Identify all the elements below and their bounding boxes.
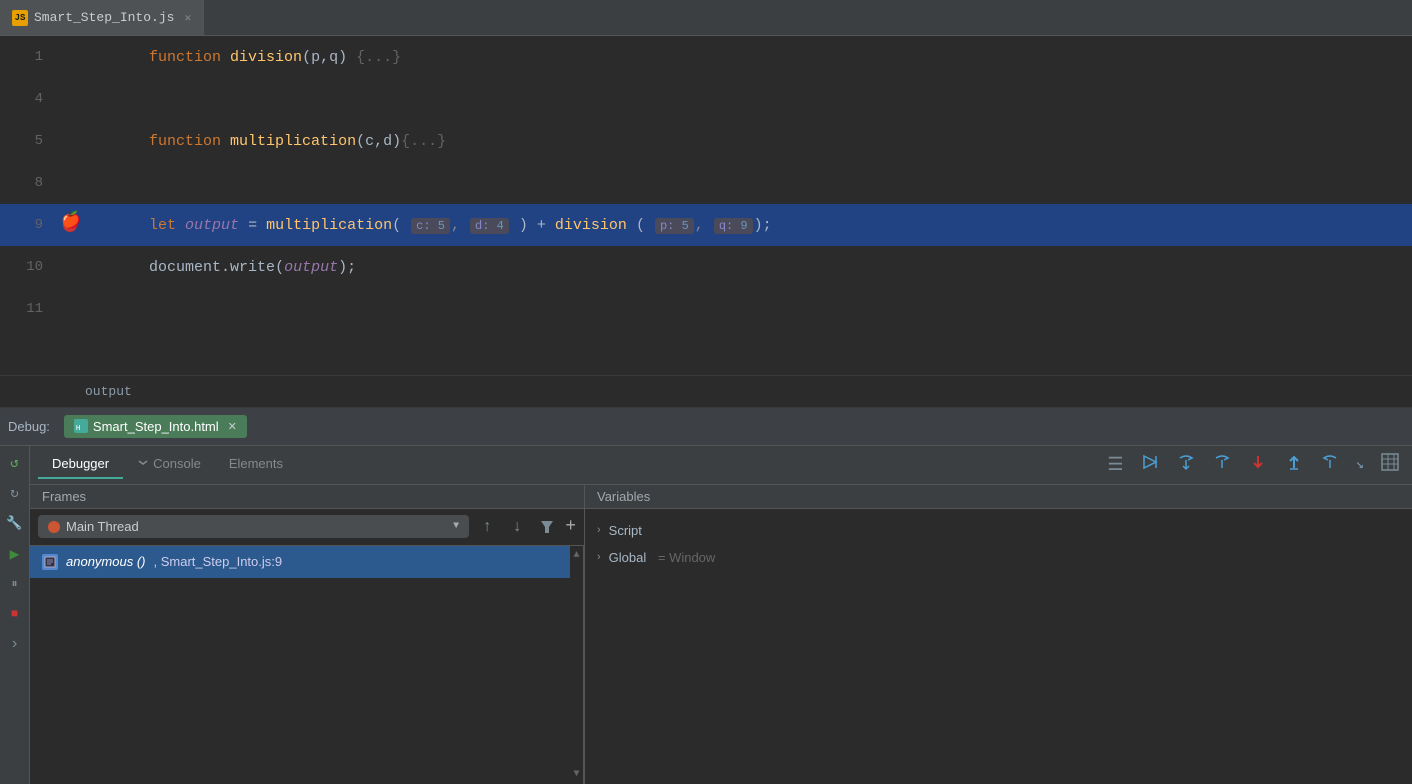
debug-tab-close[interactable]: ✕: [228, 420, 237, 433]
frames-header: Frames: [30, 485, 584, 509]
line-number-5: 5: [0, 133, 55, 149]
var-label-1: Global: [609, 550, 647, 565]
debugger-tabs: Debugger Console Elements: [30, 450, 1095, 479]
tab-close-button[interactable]: ✕: [184, 11, 191, 25]
thread-label: Main Thread: [66, 519, 139, 534]
var-expand-arrow-0: ›: [597, 524, 601, 536]
debug-session-tab[interactable]: H Smart_Step_Into.html ✕: [64, 415, 247, 438]
code-content-5: function multiplication(c,d){...}: [85, 116, 1412, 167]
line-number-1: 1: [0, 49, 55, 65]
line-number-9: 9: [0, 217, 55, 233]
code-line-11: 11: [0, 288, 1412, 330]
debug-tab-label: Smart_Step_Into.html: [93, 419, 219, 434]
frame-list: anonymous () , Smart_Step_Into.js:9: [30, 546, 570, 784]
tab-console[interactable]: Console: [123, 450, 215, 479]
variables-list: › Script › Global = Window: [585, 509, 1412, 784]
sidebar-icons: ↺ ↻ 🔧 ▶ ⏸ ■ ›: [0, 446, 30, 784]
bottom-panel: ↺ ↻ 🔧 ▶ ⏸ ■ › Debugger Console Elemen: [0, 446, 1412, 784]
frame-up-btn[interactable]: ↑: [475, 515, 499, 539]
smart-step-icon[interactable]: ↘: [1352, 454, 1368, 475]
frames-vars-container: Frames Main Thread ▼ ↑ ↓ +: [30, 485, 1412, 784]
line-number-11: 11: [0, 301, 55, 317]
menu-icon[interactable]: ☰: [1103, 452, 1127, 478]
thread-dot: [48, 521, 60, 533]
play-sidebar-icon[interactable]: ▶: [3, 540, 27, 568]
more-sidebar-icon[interactable]: ›: [3, 630, 27, 658]
frame-item-loc-0: , Smart_Step_Into.js:9: [153, 554, 282, 569]
code-line-10: 10 document.write(output);: [0, 246, 1412, 288]
svg-text:H: H: [76, 424, 80, 432]
frames-toolbar: Main Thread ▼ ↑ ↓ +: [30, 509, 584, 546]
code-editor: 1 function division(p,q) {...} 4 5 funct…: [0, 36, 1412, 375]
console-icon: [137, 458, 149, 470]
output-label: output: [0, 375, 1412, 408]
breakpoint-area-9[interactable]: 🍎: [55, 218, 85, 232]
frame-filter-btn[interactable]: [535, 515, 559, 539]
frame-list-container: anonymous () , Smart_Step_Into.js:9 ▲ ▼: [30, 546, 584, 784]
refresh-sidebar-icon[interactable]: ↻: [3, 480, 27, 508]
line-number-10: 10: [0, 259, 55, 275]
step-over-in-icon[interactable]: [1172, 450, 1200, 480]
code-content-10: document.write(output);: [85, 242, 1412, 293]
line-number-4: 4: [0, 91, 55, 107]
line-number-8: 8: [0, 175, 55, 191]
resume-sidebar-icon[interactable]: ↺: [3, 450, 27, 478]
tab-bar: JS Smart_Step_Into.js ✕: [0, 0, 1412, 36]
code-line-9: 9 🍎 let output = multiplication( c: 5, d…: [0, 204, 1412, 246]
file-tab[interactable]: JS Smart_Step_Into.js ✕: [0, 0, 204, 35]
step-back-icon[interactable]: [1316, 450, 1344, 480]
tab-label: Smart_Step_Into.js: [34, 10, 174, 25]
frames-scroll: ▲ ▼: [570, 546, 584, 784]
thread-selector[interactable]: Main Thread ▼: [38, 515, 469, 538]
stop-sidebar-icon[interactable]: ■: [3, 600, 27, 628]
tab-debugger[interactable]: Debugger: [38, 450, 123, 479]
wrench-sidebar-icon[interactable]: 🔧: [3, 510, 27, 538]
var-label-0: Script: [609, 523, 642, 538]
resume-icon[interactable]: [1136, 450, 1164, 480]
code-line-4: 4: [0, 78, 1412, 120]
frames-panel: Frames Main Thread ▼ ↑ ↓ +: [30, 485, 585, 784]
tab-elements[interactable]: Elements: [215, 450, 297, 479]
code-content-1: function division(p,q) {...}: [85, 36, 1412, 83]
code-line-5: 5 function multiplication(c,d){...}: [0, 120, 1412, 162]
frame-down-btn[interactable]: ↓: [505, 515, 529, 539]
scroll-down-arrow[interactable]: ▼: [571, 765, 581, 784]
variables-panel: Variables › Script › Global = Window: [585, 485, 1412, 784]
frame-item-icon-0: [42, 554, 58, 570]
scroll-up-arrow[interactable]: ▲: [571, 546, 581, 565]
thread-dropdown-arrow: ▼: [453, 521, 459, 532]
variables-header: Variables: [585, 485, 1412, 509]
table-view-icon[interactable]: [1376, 450, 1404, 480]
debug-toolbar: ☰: [1095, 446, 1412, 484]
code-line-8: 8: [0, 162, 1412, 204]
code-line-1: 1 function division(p,q) {...}: [0, 36, 1412, 78]
step-into-icon[interactable]: [1244, 450, 1272, 480]
js-icon: JS: [12, 10, 28, 26]
debugger-main: Debugger Console Elements ☰: [30, 446, 1412, 784]
var-item-script[interactable]: › Script: [585, 517, 1412, 544]
frame-item-0[interactable]: anonymous () , Smart_Step_Into.js:9: [30, 546, 570, 578]
debug-bar: Debug: H Smart_Step_Into.html ✕: [0, 408, 1412, 446]
pause-sidebar-icon[interactable]: ⏸: [3, 570, 27, 598]
step-over-icon[interactable]: [1208, 450, 1236, 480]
step-out-icon[interactable]: [1280, 450, 1308, 480]
var-item-global[interactable]: › Global = Window: [585, 544, 1412, 571]
var-expand-arrow-1: ›: [597, 551, 601, 563]
html-icon: H: [74, 419, 88, 433]
breakpoint-marker-9: 🍎: [63, 218, 77, 232]
var-value-1: = Window: [654, 550, 715, 565]
frame-item-name-0: anonymous (): [66, 554, 145, 569]
debugger-tabs-row: Debugger Console Elements ☰: [30, 446, 1412, 485]
frame-add-btn[interactable]: +: [565, 517, 576, 537]
debug-label: Debug:: [8, 419, 50, 434]
